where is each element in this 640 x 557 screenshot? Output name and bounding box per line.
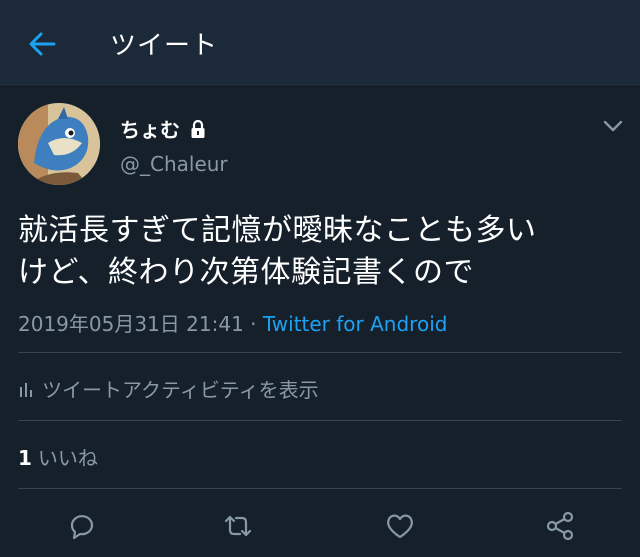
likes-stat[interactable]: 1 いいね: [18, 442, 98, 471]
tweet-activity-label[interactable]: ツイートアクティビティを表示: [42, 374, 319, 403]
back-arrow-icon[interactable]: [26, 28, 58, 60]
display-name-text[interactable]: ちょむ: [120, 114, 180, 143]
tweet-text-line-1: 就活長すぎて記憶が曖昧なことも多い: [18, 213, 537, 248]
lock-icon: [191, 119, 205, 138]
likes-label: いいね: [37, 446, 98, 470]
likes-count: 1: [18, 446, 32, 470]
like-icon[interactable]: [384, 510, 416, 542]
meta-separator: ·: [243, 312, 263, 336]
retweet-icon[interactable]: [222, 510, 254, 542]
chevron-down-icon[interactable]: [602, 118, 624, 134]
share-icon[interactable]: [544, 510, 576, 542]
divider: [18, 420, 622, 421]
display-name[interactable]: ちょむ: [120, 114, 208, 143]
divider: [18, 352, 622, 353]
tweet-action-bar: [0, 502, 640, 548]
tweet-datetime[interactable]: 2019年05月31日 21:41: [18, 312, 244, 336]
user-handle[interactable]: @_Chaleur: [120, 152, 228, 176]
tweet-activity-link[interactable]: ツイートアクティビティを表示: [18, 374, 319, 403]
tweet-meta: 2019年05月31日 21:41 · Twitter for Android: [18, 308, 447, 337]
tweet-text: 就活長すぎて記憶が曖昧なことも多い けど、終わり次第体験記書くので: [18, 210, 628, 294]
reply-icon[interactable]: [66, 510, 98, 542]
bar-chart-icon: [20, 382, 32, 397]
tweet-source-link[interactable]: Twitter for Android: [263, 312, 448, 336]
tweet-text-line-2: けど、終わり次第体験記書くので: [18, 255, 474, 290]
top-app-bar: ツイート: [0, 0, 640, 87]
divider: [18, 488, 622, 489]
avatar[interactable]: [18, 103, 100, 185]
page-title: ツイート: [110, 31, 219, 61]
